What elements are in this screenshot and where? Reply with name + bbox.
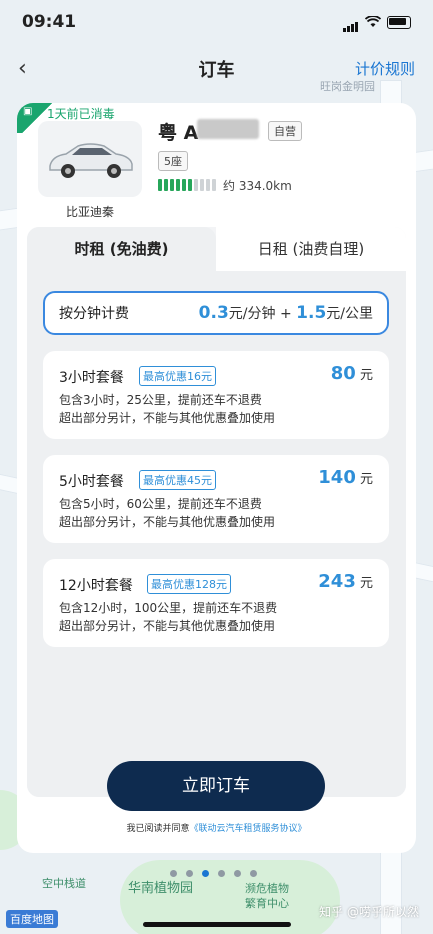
page-dot[interactable] — [218, 870, 225, 877]
sanitize-icon: ▣ — [23, 106, 33, 117]
page-indicator — [170, 870, 257, 877]
car-model-name: 比亚迪秦 — [65, 205, 114, 219]
battery-segment — [158, 179, 162, 191]
rental-tabs: 时租 (免油费) 日租 (油费自理) 按分钟计费 0.3元/分钟 + 1.5元/… — [27, 227, 406, 797]
per-minute-label: 按分钟计费 — [59, 306, 129, 322]
battery-segment — [206, 179, 210, 191]
package-note: 超出部分另计，不能与其他优惠叠加使用 — [59, 411, 276, 425]
battery-segment — [182, 179, 186, 191]
range-text: 约 334.0km — [223, 179, 292, 193]
page-dot[interactable] — [170, 870, 177, 877]
plate-redaction — [197, 119, 259, 139]
map-logo: 百度地图 — [6, 910, 58, 928]
package-price: 80 元 — [330, 363, 373, 384]
agreement-text: 我已阅读并同意《联动云汽车租赁服务协议》 — [126, 824, 307, 834]
battery-icon — [387, 15, 411, 29]
page-dot[interactable] — [186, 870, 193, 877]
package-desc: 包含12小时，100公里，提前还车不退费 — [59, 601, 278, 615]
booking-card: ▣ 1天前已消毒 比亚迪秦 粤 A 自营 5座 约 334.0km 时租 (免油… — [17, 103, 416, 853]
package-note: 超出部分另计，不能与其他优惠叠加使用 — [59, 515, 276, 529]
package-name: 5小时套餐 — [59, 474, 124, 490]
package-name: 12小时套餐 — [59, 578, 133, 594]
agreement-link[interactable]: 《联动云汽车租赁服务协议》 — [190, 824, 307, 834]
signal-icon — [343, 13, 359, 32]
sanitized-label: 1天前已消毒 — [47, 107, 115, 121]
home-indicator — [143, 922, 291, 927]
package-price: 140 元 — [318, 467, 373, 488]
package-card[interactable]: 12小时套餐 最高优惠128元 243 元 包含12小时，100公里，提前还车不… — [43, 559, 389, 647]
package-desc: 包含5小时，60公里，提前还车不退费 — [59, 497, 262, 511]
status-time: 09:41 — [22, 12, 77, 32]
wifi-icon — [365, 16, 381, 27]
status-bar: 09:41 — [0, 0, 433, 44]
pricing-rule-link[interactable]: 计价规则 — [355, 58, 415, 79]
battery-segment — [170, 179, 174, 191]
page-dot-active[interactable] — [202, 870, 209, 877]
license-plate: 粤 A — [158, 122, 199, 144]
battery-segment — [212, 179, 216, 191]
tab-content: 按分钟计费 0.3元/分钟 + 1.5元/公里 3小时套餐 最高优惠16元 80… — [27, 271, 406, 797]
per-minute-price: 0.3元/分钟 + 1.5元/公里 — [198, 303, 373, 323]
package-name: 3小时套餐 — [59, 370, 124, 386]
tab-hourly[interactable]: 时租 (免油费) — [27, 227, 216, 271]
page-dot[interactable] — [250, 870, 257, 877]
package-price: 243 元 — [318, 571, 373, 592]
status-icons — [343, 13, 411, 32]
package-card[interactable]: 5小时套餐 最高优惠45元 140 元 包含5小时，60公里，提前还车不退费 超… — [43, 455, 389, 543]
watermark: 知乎 @唠乎所以然 — [319, 905, 419, 919]
discount-badge: 最高优惠45元 — [139, 470, 216, 490]
package-note: 超出部分另计，不能与其他优惠叠加使用 — [59, 619, 276, 633]
discount-badge: 最高优惠128元 — [147, 574, 231, 594]
battery-segment — [188, 179, 192, 191]
ownership-badge: 自营 — [268, 121, 302, 141]
page-dot[interactable] — [234, 870, 241, 877]
battery-level-indicator — [158, 179, 216, 191]
seats-badge: 5座 — [158, 151, 188, 171]
battery-segment — [164, 179, 168, 191]
per-minute-option[interactable]: 按分钟计费 0.3元/分钟 + 1.5元/公里 — [43, 291, 389, 335]
car-image — [38, 121, 142, 197]
book-now-button[interactable]: 立即订车 — [107, 761, 325, 811]
battery-segment — [176, 179, 180, 191]
battery-segment — [200, 179, 204, 191]
battery-segment — [194, 179, 198, 191]
tab-daily[interactable]: 日租 (油费自理) — [216, 227, 406, 271]
map-label: 繁育中心 — [245, 897, 289, 910]
package-desc: 包含3小时，25公里，提前还车不退费 — [59, 393, 262, 407]
package-card[interactable]: 3小时套餐 最高优惠16元 80 元 包含3小时，25公里，提前还车不退费 超出… — [43, 351, 389, 439]
map-label: 华南植物园 — [128, 881, 194, 896]
discount-badge: 最高优惠16元 — [139, 366, 216, 386]
map-label: 空中栈道 — [42, 877, 86, 890]
nav-bar: ‹ 订车 计价规则 — [0, 50, 433, 86]
map-label: 濒危植物 — [245, 882, 289, 895]
